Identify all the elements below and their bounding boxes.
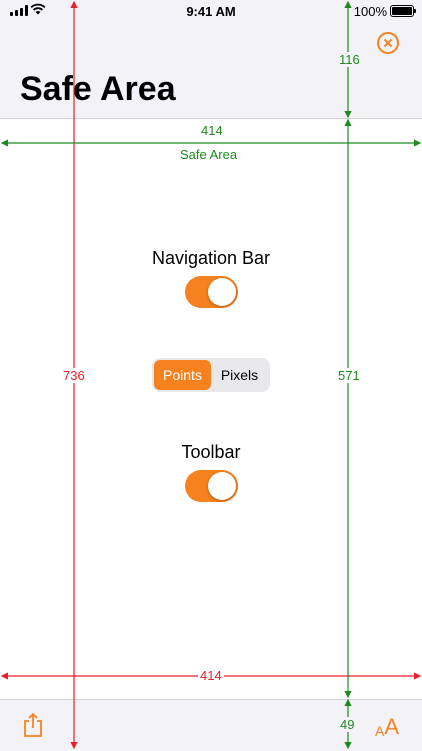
safe-area-width-label: 414	[199, 123, 225, 138]
safe-area-caption: Safe Area	[178, 147, 240, 162]
screen-width-label: 414	[198, 668, 224, 683]
text-size-small-glyph: A	[375, 723, 385, 739]
screen-height-label: 736	[61, 368, 87, 383]
text-size-button[interactable]: A A	[375, 714, 400, 739]
top-inset-label: 116	[337, 52, 362, 67]
share-button[interactable]	[22, 712, 44, 738]
bottom-inset-label: 49	[338, 717, 357, 732]
text-size-large-glyph: A	[384, 714, 400, 739]
safe-area-height-label: 571	[336, 368, 362, 383]
